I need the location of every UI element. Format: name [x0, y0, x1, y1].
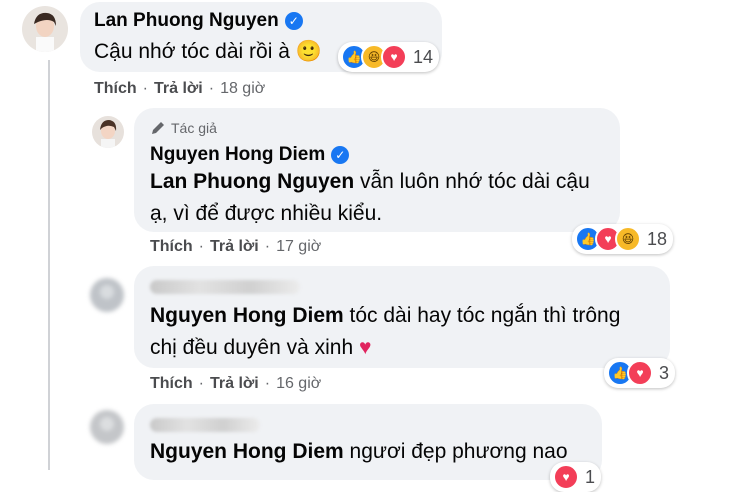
avatar[interactable]: [90, 410, 124, 444]
comment-bubble: Nguyen Hong Diem ngươi đẹp phương nao: [134, 404, 602, 480]
comment-text-body: ngươi đẹp phương nao: [343, 440, 568, 463]
commenter-name[interactable]: Lan Phuong Nguyen ✓: [94, 10, 303, 32]
mention-link[interactable]: Nguyen Hong Diem: [150, 304, 344, 327]
comment-text: Nguyen Hong Diem tóc dài hay tóc ngắn th…: [150, 300, 650, 364]
reply-button[interactable]: Trả lời: [154, 80, 203, 98]
reaction-count: 1: [585, 466, 596, 487]
mention-link[interactable]: Lan Phuong Nguyen: [150, 170, 354, 193]
love-reaction-icon: ♥: [627, 360, 653, 386]
comment-text: Lan Phuong Nguyen vẫn luôn nhớ tóc dài c…: [150, 166, 610, 230]
verified-badge-icon: ✓: [331, 146, 350, 164]
reaction-count: 18: [647, 228, 668, 249]
comment-timestamp[interactable]: 18 giờ: [220, 80, 265, 98]
comment-bubble: Nguyen Hong Diem tóc dài hay tóc ngắn th…: [134, 266, 670, 368]
heart-emoji-icon: ♥: [358, 336, 372, 359]
verified-badge-icon: ✓: [284, 12, 303, 30]
avatar[interactable]: [92, 116, 124, 148]
thread-line: [48, 60, 50, 160]
thread-line: [48, 150, 50, 470]
comment-actions: Thích · Trả lời · 18 giờ: [94, 80, 266, 98]
blurred-commenter-name: [150, 418, 260, 437]
commenter-name[interactable]: Nguyen Hong Diem ✓: [150, 144, 350, 166]
comment-actions: Thích · Trả lời · 17 giờ: [150, 238, 322, 256]
author-tag: Tác giả: [150, 120, 217, 136]
commenter-name-text[interactable]: Lan Phuong Nguyen: [94, 10, 279, 32]
reply-button[interactable]: Trả lời: [210, 238, 259, 256]
smile-emoji-icon: 🙂: [295, 40, 322, 63]
pencil-icon: [152, 122, 164, 134]
haha-reaction-icon: 😆: [615, 226, 641, 252]
blurred-commenter-name: [150, 280, 300, 299]
author-tag-label: Tác giả: [171, 120, 217, 136]
love-reaction-icon: ♥: [553, 464, 579, 490]
mention-link[interactable]: Nguyen Hong Diem: [150, 440, 344, 463]
comment-text: Nguyen Hong Diem ngươi đẹp phương nao: [150, 436, 568, 468]
like-button[interactable]: Thích: [94, 80, 137, 98]
love-reaction-icon: ♥: [381, 44, 407, 70]
like-button[interactable]: Thích: [150, 238, 193, 256]
reaction-summary[interactable]: ♥ 1: [550, 462, 602, 492]
reaction-count: 3: [659, 362, 670, 383]
reply-button[interactable]: Trả lời: [210, 375, 259, 393]
reaction-summary[interactable]: 👍 ♥ 😆 18: [572, 224, 674, 254]
like-button[interactable]: Thích: [150, 375, 193, 393]
comment-timestamp[interactable]: 16 giờ: [276, 375, 321, 393]
reaction-summary[interactable]: 👍 ♥ 3: [604, 358, 676, 388]
commenter-name-text[interactable]: Nguyen Hong Diem: [150, 144, 325, 166]
reaction-count: 14: [413, 46, 434, 67]
comment-text-body: Cậu nhớ tóc dài rồi à: [94, 40, 290, 63]
comment-text: Cậu nhớ tóc dài rồi à 🙂: [94, 36, 322, 68]
avatar[interactable]: [90, 278, 124, 312]
comment-timestamp[interactable]: 17 giờ: [276, 238, 321, 256]
comment-bubble: Tác giả Nguyen Hong Diem ✓ Lan Phuong Ng…: [134, 108, 620, 232]
avatar[interactable]: [22, 6, 68, 52]
comment-actions: Thích · Trả lời · 16 giờ: [150, 375, 322, 393]
reaction-summary[interactable]: 👍 😆 ♥ 14: [338, 42, 440, 72]
